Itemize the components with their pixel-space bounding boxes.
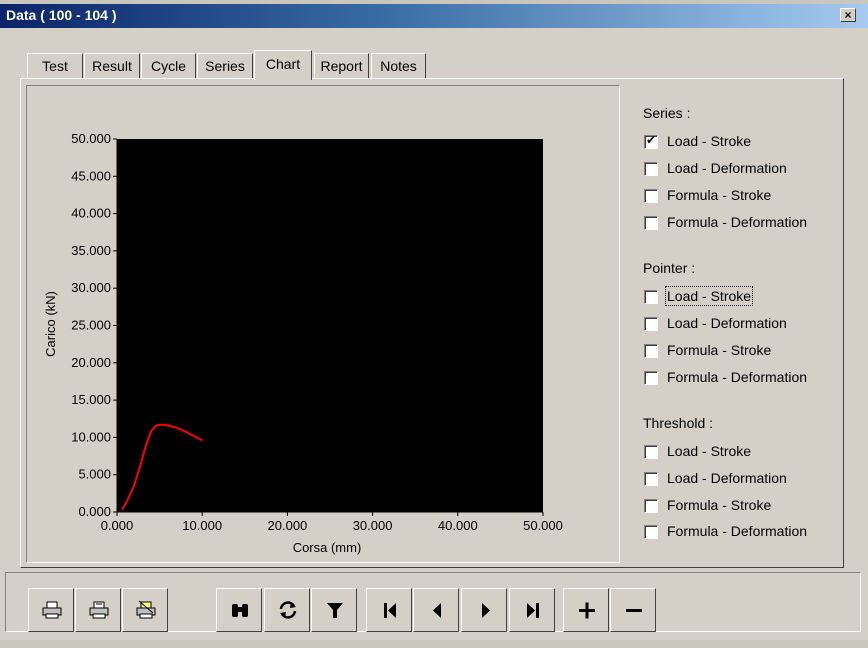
y-tick-label: 30.000 — [71, 280, 111, 295]
series-load-deformation-checkbox[interactable] — [644, 162, 658, 176]
add-record-button[interactable] — [563, 588, 609, 632]
tab-cycle[interactable]: Cycle — [141, 53, 196, 79]
tab-test[interactable]: Test — [27, 53, 83, 79]
refresh-icon — [279, 601, 297, 619]
title-bar[interactable]: Data ( 100 - 104 ) × — [0, 4, 868, 28]
filter-icon — [327, 603, 343, 618]
series-group-title: Series : — [643, 105, 691, 121]
background-taskbar-bottom — [0, 640, 868, 648]
print-button[interactable] — [28, 588, 74, 632]
pointer-formula-stroke-checkbox[interactable] — [644, 344, 658, 358]
tab-series[interactable]: Series — [197, 53, 253, 79]
binoculars-icon — [232, 604, 248, 617]
threshold-formula-deformation-label[interactable]: Formula - Deformation — [667, 523, 807, 539]
y-tick-label: 45.000 — [71, 168, 111, 183]
x-tick-label: 30.000 — [353, 518, 393, 533]
series-formula-deformation-label[interactable]: Formula - Deformation — [667, 214, 807, 230]
threshold-load-stroke-checkbox[interactable] — [644, 445, 658, 459]
x-tick-label: 20.000 — [268, 518, 308, 533]
threshold-formula-stroke-checkbox[interactable] — [644, 499, 658, 513]
chart-frame: 0.000 5.000 10.000 15.000 20.000 25.000 30.000… — [26, 85, 620, 563]
pointer-load-deformation-label[interactable]: Load - Deformation — [667, 315, 787, 331]
series-load-deformation-label[interactable]: Load - Deformation — [667, 160, 787, 176]
printer-icon — [42, 601, 62, 619]
delete-record-button[interactable] — [610, 588, 656, 632]
pointer-load-stroke-label[interactable]: Load - Stroke — [664, 286, 754, 306]
previous-record-icon — [433, 603, 441, 618]
next-record-button[interactable] — [461, 588, 507, 632]
tab-result[interactable]: Result — [84, 53, 140, 79]
print-setup-icon — [136, 600, 156, 619]
y-axis-label: Carico (kN) — [43, 291, 58, 357]
load-stroke-chart: 0.000 5.000 10.000 15.000 20.000 25.000 30.000… — [43, 131, 563, 555]
plot-area — [117, 139, 543, 512]
y-tick-label: 50.000 — [71, 131, 111, 146]
threshold-group-title: Threshold : — [643, 415, 714, 431]
tab-report[interactable]: Report — [314, 53, 369, 79]
last-record-button[interactable] — [509, 588, 555, 632]
y-tick-label: 35.000 — [71, 243, 111, 258]
y-tick-label: 10.000 — [71, 429, 111, 444]
y-tick-label: 15.000 — [71, 392, 111, 407]
y-tick-label: 25.000 — [71, 318, 111, 333]
pointer-formula-deformation-label[interactable]: Formula - Deformation — [667, 369, 807, 385]
x-tick-label: 50.000 — [523, 518, 563, 533]
refresh-button[interactable] — [264, 588, 310, 632]
threshold-formula-stroke-label[interactable]: Formula - Stroke — [667, 497, 771, 513]
pointer-formula-stroke-label[interactable]: Formula - Stroke — [667, 342, 771, 358]
pointer-formula-deformation-checkbox[interactable] — [644, 371, 658, 385]
series-formula-deformation-checkbox[interactable] — [644, 216, 658, 230]
x-tick-label: 40.000 — [438, 518, 478, 533]
close-button[interactable]: × — [840, 8, 856, 22]
threshold-load-deformation-label[interactable]: Load - Deformation — [667, 470, 787, 486]
y-tick-label: 40.000 — [71, 206, 111, 221]
x-tick-label: 0.000 — [101, 518, 134, 533]
print-preview-button[interactable] — [75, 588, 121, 632]
pointer-load-deformation-checkbox[interactable] — [644, 317, 658, 331]
first-record-button[interactable] — [366, 588, 412, 632]
plus-icon — [579, 602, 595, 619]
series-load-stroke-label[interactable]: Load - Stroke — [667, 133, 751, 149]
print-preview-icon — [89, 601, 109, 619]
threshold-load-deformation-checkbox[interactable] — [644, 472, 658, 486]
next-record-icon — [482, 603, 490, 618]
pointer-group-title: Pointer : — [643, 260, 696, 276]
y-tick-label: 20.000 — [71, 355, 111, 370]
threshold-formula-deformation-checkbox[interactable] — [644, 525, 658, 539]
last-record-icon — [527, 603, 539, 618]
filter-button[interactable] — [311, 588, 357, 632]
x-axis-label: Corsa (mm) — [293, 540, 362, 555]
minus-icon — [626, 609, 642, 612]
threshold-load-stroke-label[interactable]: Load - Stroke — [667, 443, 751, 459]
first-record-icon — [384, 603, 396, 618]
series-formula-stroke-checkbox[interactable] — [644, 189, 658, 203]
print-setup-button[interactable] — [122, 588, 168, 632]
y-tick-label: 5.000 — [78, 467, 111, 482]
series-load-stroke-checkbox[interactable] — [644, 133, 658, 149]
y-tick-label: 0.000 — [78, 504, 111, 519]
x-tick-label: 10.000 — [182, 518, 222, 533]
tab-notes[interactable]: Notes — [371, 53, 426, 79]
series-formula-stroke-label[interactable]: Formula - Stroke — [667, 187, 771, 203]
pointer-load-stroke-checkbox[interactable] — [644, 290, 658, 304]
find-button[interactable] — [216, 588, 262, 632]
tab-chart[interactable]: Chart — [254, 50, 312, 80]
window-title: Data ( 100 - 104 ) — [6, 7, 117, 23]
previous-record-button[interactable] — [413, 588, 459, 632]
